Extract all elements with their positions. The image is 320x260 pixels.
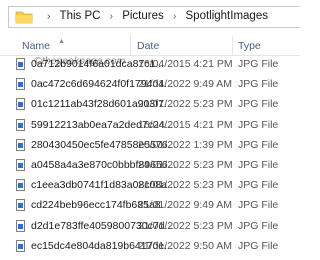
file-date: 21/01/2022 5:23 PM [138, 179, 233, 192]
file-type: JPG File [238, 159, 279, 171]
column-name[interactable]: Name [22, 40, 50, 52]
sort-ascending-icon: ▲ [58, 38, 65, 45]
file-date: 16/04/2015 4:21 PM [138, 118, 233, 131]
file-type: JPG File [238, 179, 279, 192]
file-row[interactable]: ec15dc4e804da819b6417de... 21/01/2022 9:5… [0, 237, 300, 257]
address-bar: › This PC › Pictures › SpotlightImages [0, 0, 300, 37]
file-date: 20/01/2022 1:39 PM [138, 138, 233, 151]
file-type: JPG File [238, 98, 279, 111]
file-type: JPG File [238, 58, 279, 70]
file-row[interactable]: 59912213ab0ea7a2ded7c24... 16/04/2015 4:2… [0, 116, 300, 136]
column-divider[interactable] [130, 36, 131, 55]
image-file-icon [16, 239, 25, 252]
file-type: JPG File [238, 239, 279, 252]
file-type: JPG File [238, 219, 279, 232]
file-row[interactable]: cd224beb96ecc174fb685a8... 21/01/2022 9:4… [0, 196, 300, 216]
file-row[interactable]: 0ac472c6d694624f0f1794d4... 21/01/2022 9:… [0, 75, 300, 95]
image-file-icon [16, 118, 25, 131]
image-file-icon [16, 58, 25, 70]
address-field[interactable]: › This PC › Pictures › SpotlightImages [8, 6, 300, 28]
breadcrumb-this-pc[interactable]: This PC [60, 10, 101, 22]
file-date: 24/01/2022 5:23 PM [138, 159, 233, 171]
image-file-icon [16, 219, 25, 232]
image-file-icon [16, 98, 25, 111]
file-type: JPG File [238, 118, 279, 131]
folder-icon [15, 10, 33, 29]
file-row[interactable]: a0458a4a3e870c0bbbf89656... 24/01/2022 5:… [0, 156, 300, 176]
chevron-right-icon: › [47, 10, 51, 22]
column-type[interactable]: Type [238, 40, 261, 52]
file-date: 16/04/2015 4:21 PM [138, 58, 233, 70]
file-date: 21/01/2022 9:49 AM [138, 78, 232, 91]
file-type: JPG File [238, 78, 279, 91]
file-type: JPG File [238, 199, 279, 212]
breadcrumb-pictures[interactable]: Pictures [122, 10, 164, 22]
image-file-icon [16, 159, 25, 171]
column-divider[interactable] [232, 36, 233, 55]
file-row[interactable]: 01c1211ab43f28d601a903f7... 21/01/2022 5:… [0, 95, 300, 115]
chevron-right-icon: › [109, 10, 113, 22]
breadcrumb-spotlightimages[interactable]: SpotlightImages [186, 10, 268, 22]
file-type: JPG File [238, 138, 279, 151]
breadcrumb: › This PC › Pictures › SpotlightImages [41, 10, 268, 22]
image-file-icon [16, 78, 25, 91]
file-date: 21/01/2022 5:23 PM [138, 219, 233, 232]
file-date: 21/01/2022 9:49 AM [138, 199, 232, 212]
file-row[interactable]: c1eea3db0741f1d83a08c08a... 21/01/2022 5:… [0, 176, 300, 196]
file-row[interactable]: 280430450ec5fe47858e5576... 20/01/2022 1:… [0, 136, 300, 156]
file-date: 21/01/2022 5:23 PM [138, 98, 233, 111]
image-file-icon [16, 179, 25, 192]
chevron-right-icon: › [172, 10, 177, 22]
file-date: 21/01/2022 9:50 AM [138, 239, 232, 252]
image-file-icon [16, 199, 25, 212]
column-header: Name Date Type [0, 36, 300, 56]
image-file-icon [16, 138, 25, 151]
file-row[interactable]: d2d1e783ffe4059800730c7d... 21/01/2022 5:… [0, 217, 300, 237]
file-row[interactable]: 0a712b9014f6a01dca87c1... 16/04/2015 4:21… [0, 55, 300, 75]
column-date[interactable]: Date [137, 40, 159, 52]
